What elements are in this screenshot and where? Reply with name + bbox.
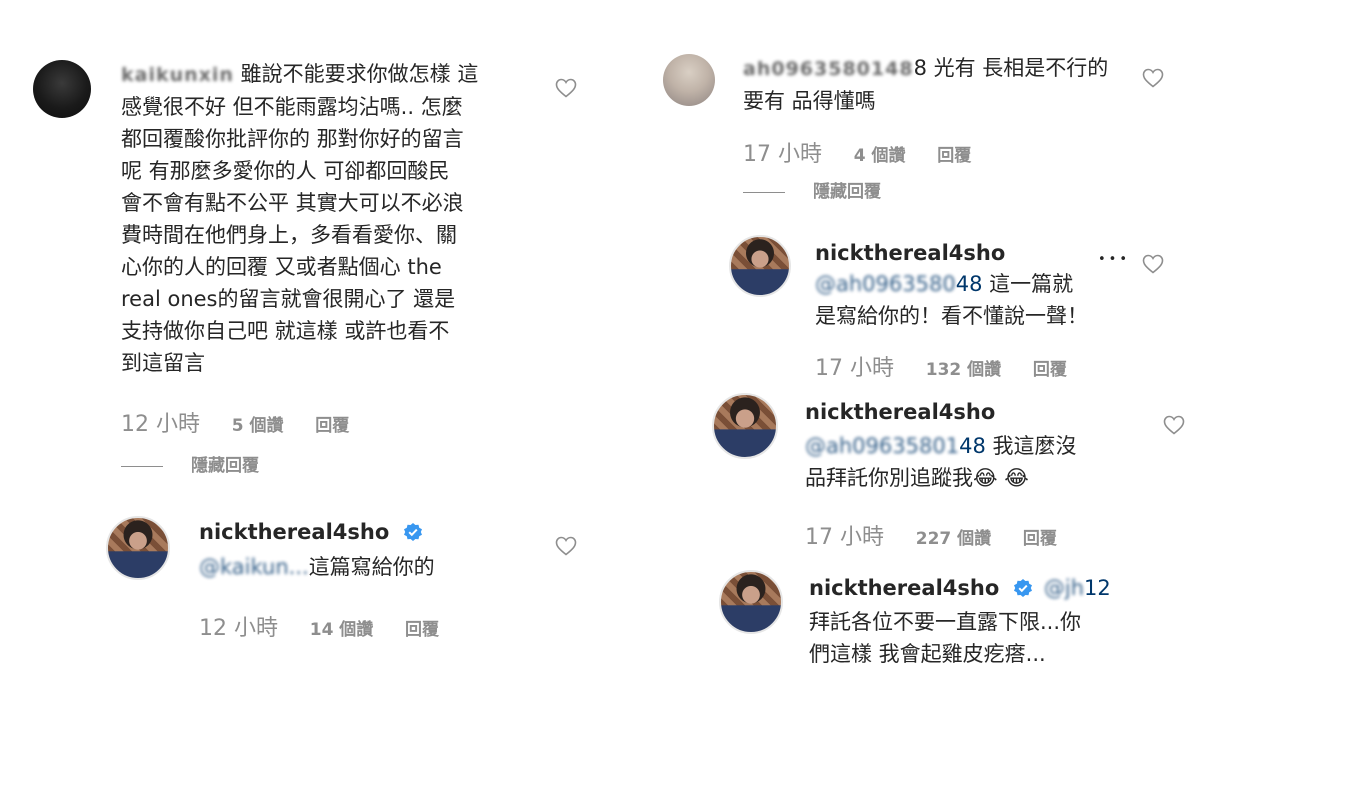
like-count[interactable]: 14 個讚 xyxy=(310,620,374,640)
reply-body-line: 拜託各位不要一直露下限...你 xyxy=(809,610,1082,634)
reply-meta: 12 小時 14 個讚 回覆 xyxy=(199,610,439,642)
comment-meta: 17 小時 4 個讚 回覆 xyxy=(743,136,971,168)
avatar[interactable] xyxy=(712,393,778,459)
like-count[interactable]: 132 個讚 xyxy=(926,360,1001,380)
comment-text-line: 支持做你自己吧 就這樣 或許也看不 xyxy=(121,319,450,343)
timestamp: 12 小時 xyxy=(199,616,278,641)
avatar[interactable] xyxy=(663,54,715,106)
reply-text: @ah096358048 這一篇就 是寫給你的！看不懂說一聲！ xyxy=(815,268,1088,332)
reply-header: nickthereal4sho @jh12 xyxy=(809,576,1111,600)
reply-body-line: 品拜託你別追蹤我😂 😂 xyxy=(805,466,1029,490)
comment-text-line: 感覺很不好 但不能雨露均沾嗎.. 怎麼 xyxy=(121,95,463,119)
mention-link-end[interactable]: 48 xyxy=(959,434,986,458)
hide-replies-label: 隱藏回覆 xyxy=(191,456,259,476)
reply-button[interactable]: 回覆 xyxy=(405,620,439,640)
reply-body-line: 我這麼沒 xyxy=(992,434,1077,458)
comment-text-line: 到這留言 xyxy=(121,351,205,375)
mention-link[interactable]: @ah09635801 xyxy=(805,434,959,458)
avatar[interactable] xyxy=(719,570,783,634)
comment-text-line: real ones的留言就會很開心了 還是 xyxy=(121,287,456,311)
username[interactable]: ah0963580148 xyxy=(743,58,914,80)
comment-text-line: 都回覆酸你批評你的 那對你好的留言 xyxy=(121,127,464,151)
verified-badge-icon xyxy=(1013,579,1032,597)
heart-icon[interactable] xyxy=(1141,66,1165,90)
comment-text-line: 8 光有 長相是不行的 xyxy=(913,56,1109,80)
reply-button[interactable]: 回覆 xyxy=(315,416,349,436)
mention-link-end[interactable]: 12 xyxy=(1084,576,1111,600)
reply-button[interactable]: 回覆 xyxy=(937,146,971,166)
like-count[interactable]: 5 個讚 xyxy=(232,416,284,436)
reply-body-line: 們這樣 我會起雞皮疙瘩... xyxy=(809,642,1046,666)
username[interactable]: nickthereal4sho xyxy=(199,520,389,544)
reply-text: @ah0963580148 我這麼沒 品拜託你別追蹤我😂 😂 xyxy=(805,430,1077,494)
heart-icon[interactable] xyxy=(554,534,578,558)
reply-body-line: 是寫給你的！看不懂說一聲！ xyxy=(815,304,1088,328)
comment-text-line: 會不會有點不公平 其實大可以不必浪 xyxy=(121,191,464,215)
divider xyxy=(743,191,785,193)
avatar[interactable] xyxy=(33,60,91,118)
comment-body: ah09635801488 光有 長相是不行的 要有 品得懂嗎 xyxy=(743,52,1108,117)
username[interactable]: nickthereal4sho xyxy=(809,576,999,600)
mention-link-end[interactable]: 48 xyxy=(956,272,983,296)
mention-link[interactable]: @kaikun... xyxy=(199,555,309,579)
comment-text-line: 費時間在他們身上，多看看愛你、關 xyxy=(121,223,457,247)
like-count[interactable]: 4 個讚 xyxy=(854,146,906,166)
hide-replies-label: 隱藏回覆 xyxy=(813,182,881,202)
comment-text-line: 心你的人的回覆 又或者點個心 the xyxy=(121,255,442,279)
heart-icon[interactable] xyxy=(1162,413,1186,437)
reply-text: @kaikun...這篇寫給你的 xyxy=(199,551,435,583)
verified-badge-icon xyxy=(403,523,422,541)
timestamp: 17 小時 xyxy=(805,525,884,550)
divider xyxy=(121,465,163,467)
comment-text-line: 呢 有那麼多愛你的人 可卻都回酸民 xyxy=(121,159,450,183)
mention-link[interactable]: @jh xyxy=(1044,576,1084,600)
reply-body-line: 這一篇就 xyxy=(989,272,1074,296)
username[interactable]: nickthereal4sho xyxy=(815,241,1005,265)
comment-meta: 12 小時 5 個讚 回覆 xyxy=(121,406,349,438)
comment-body: kaikunxin 雖說不能要求你做怎樣 這 感覺很不好 但不能雨露均沾嗎.. … xyxy=(121,58,541,379)
more-options-icon[interactable]: ••• xyxy=(1098,252,1130,267)
avatar[interactable] xyxy=(729,235,791,297)
timestamp: 17 小時 xyxy=(815,356,894,381)
reply-meta: 17 小時 227 個讚 回覆 xyxy=(805,519,1057,551)
username[interactable]: nickthereal4sho xyxy=(805,400,995,424)
timestamp: 12 小時 xyxy=(121,412,200,437)
mention-link[interactable]: @ah0963580 xyxy=(815,272,956,296)
username[interactable]: kaikunxin xyxy=(121,64,234,86)
reply-button[interactable]: 回覆 xyxy=(1023,529,1057,549)
hide-replies-button[interactable]: 隱藏回覆 xyxy=(121,451,259,476)
reply-header: nickthereal4sho xyxy=(199,520,423,544)
timestamp: 17 小時 xyxy=(743,142,822,167)
heart-icon[interactable] xyxy=(1141,252,1165,276)
reply-meta: 17 小時 132 個讚 回覆 xyxy=(815,350,1067,382)
avatar[interactable] xyxy=(106,516,170,580)
hide-replies-button[interactable]: 隱藏回覆 xyxy=(743,177,881,202)
reply-text: 拜託各位不要一直露下限...你 們這樣 我會起雞皮疙瘩... xyxy=(809,606,1081,670)
reply-body: 這篇寫給你的 xyxy=(308,555,435,579)
reply-button[interactable]: 回覆 xyxy=(1033,360,1067,380)
heart-icon[interactable] xyxy=(554,76,578,100)
comment-text-line: 雖說不能要求你做怎樣 這 xyxy=(240,62,479,86)
like-count[interactable]: 227 個讚 xyxy=(916,529,991,549)
comment-text-line: 要有 品得懂嗎 xyxy=(743,89,876,113)
